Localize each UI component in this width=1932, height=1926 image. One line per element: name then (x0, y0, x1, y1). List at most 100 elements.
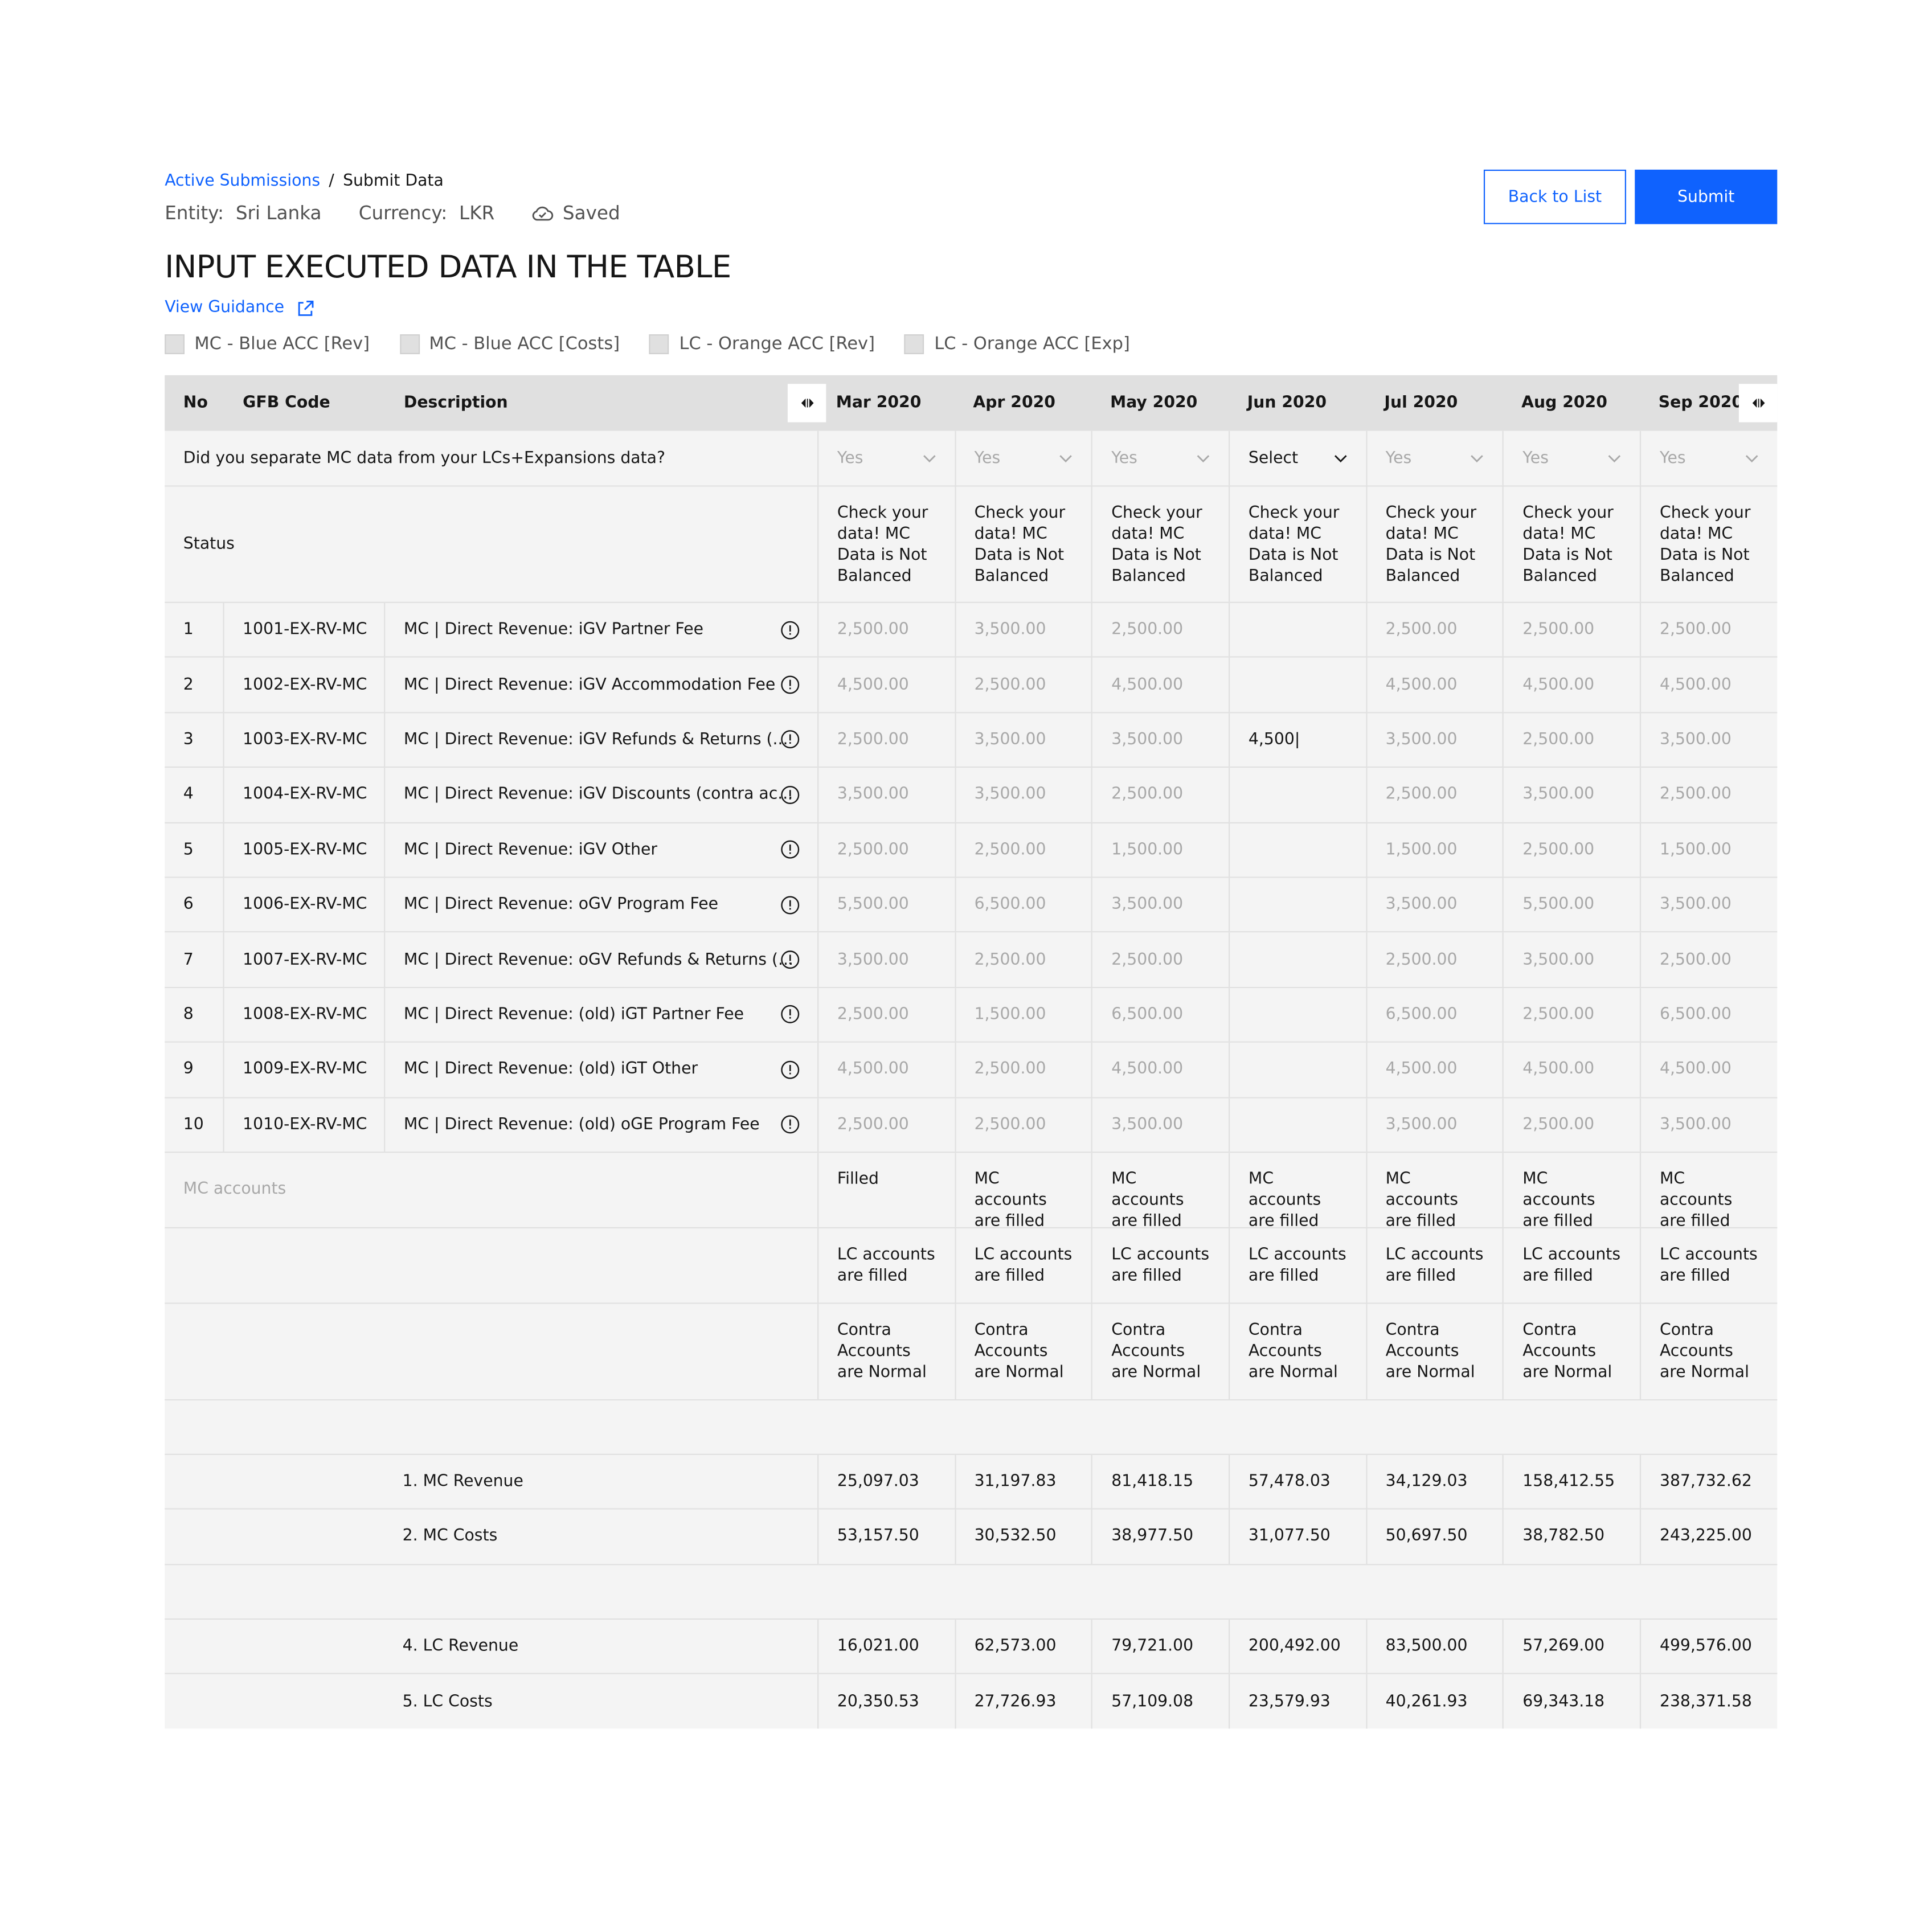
month-value-input[interactable]: 4,500.00 (817, 658, 955, 712)
month-value-input[interactable]: 3,500.00 (1640, 1097, 1777, 1151)
month-value-input[interactable] (1229, 987, 1366, 1042)
month-value-input[interactable]: 2,500.00 (1365, 933, 1503, 987)
information-icon[interactable] (780, 840, 800, 860)
chevron-down-icon (1334, 454, 1347, 462)
information-icon[interactable] (780, 895, 800, 915)
month-value-input[interactable]: 2,500.00 (1365, 603, 1503, 657)
month-value-input[interactable]: 5,500.00 (1503, 878, 1640, 932)
month-value-input[interactable]: 2,500.00 (1640, 768, 1777, 822)
month-value-input[interactable] (1229, 1097, 1366, 1151)
month-value-input[interactable]: 4,500.00 (1640, 1043, 1777, 1097)
information-icon[interactable] (780, 1005, 800, 1025)
month-value-input[interactable]: 2,500.00 (954, 823, 1092, 877)
row-description-text: MC | Direct Revenue: oGV Refunds & Retur… (403, 950, 793, 969)
month-value-input[interactable] (1229, 1043, 1366, 1097)
month-value-input[interactable]: 3,500.00 (954, 603, 1092, 657)
month-value-input[interactable]: 2,500.00 (954, 933, 1092, 987)
month-select-active[interactable]: Select (1229, 431, 1366, 486)
month-select[interactable]: Yes (954, 431, 1092, 486)
information-icon[interactable] (780, 730, 800, 750)
breadcrumb-active-submissions[interactable]: Active Submissions (165, 172, 320, 191)
month-value-input[interactable]: 3,500.00 (1091, 712, 1229, 767)
month-value-input[interactable]: 2,500.00 (1091, 768, 1229, 822)
month-value-input[interactable]: 2,500.00 (954, 1097, 1092, 1151)
total-value: 20,350.53 (817, 1674, 955, 1730)
month-value-input[interactable]: 6,500.00 (1640, 987, 1777, 1042)
information-icon[interactable] (780, 675, 800, 695)
month-value-input[interactable]: 1,500.00 (1640, 823, 1777, 877)
month-value-input[interactable] (1229, 603, 1366, 657)
month-value-input[interactable]: 2,500.00 (954, 1043, 1092, 1097)
month-value-input[interactable]: 6,500.00 (1091, 987, 1229, 1042)
month-value-input[interactable]: 3,500.00 (1640, 878, 1777, 932)
month-value-input[interactable]: 3,500.00 (1640, 712, 1777, 767)
breadcrumb: Active Submissions / Submit Data (165, 171, 444, 193)
month-value-input[interactable]: 2,500.00 (1503, 1097, 1640, 1151)
back-to-list-button[interactable]: Back to List (1483, 169, 1626, 224)
month-value-input[interactable]: 4,500.00 (1503, 658, 1640, 712)
month-value-input[interactable]: 2,500.00 (817, 823, 955, 877)
month-value-input[interactable]: 2,500.00 (1503, 823, 1640, 877)
month-value-input[interactable]: 3,500.00 (954, 768, 1092, 822)
view-guidance-link[interactable]: View Guidance (165, 297, 314, 319)
month-value-input[interactable] (1229, 768, 1366, 822)
information-icon[interactable] (780, 1114, 800, 1134)
month-value-input-active[interactable]: 4,500| (1229, 712, 1366, 767)
month-value-input[interactable]: 4,500.00 (1091, 1043, 1229, 1097)
month-value-input[interactable]: 5,500.00 (817, 878, 955, 932)
month-value-input[interactable] (1229, 878, 1366, 932)
submit-button[interactable]: Submit (1635, 169, 1778, 224)
month-select[interactable]: Yes (817, 431, 955, 486)
month-value-input[interactable]: 4,500.00 (1091, 658, 1229, 712)
month-select[interactable]: Yes (1640, 431, 1777, 486)
information-icon[interactable] (780, 1060, 800, 1080)
month-value-input[interactable]: 3,500.00 (1503, 933, 1640, 987)
month-value-input[interactable]: 3,500.00 (1091, 1097, 1229, 1151)
month-value-input[interactable]: 2,500.00 (1365, 768, 1503, 822)
month-value-input[interactable]: 2,500.00 (817, 603, 955, 657)
table-row: 1 1001-EX-RV-MC MC | Direct Revenue: iGV… (165, 603, 1778, 658)
month-value-input[interactable]: 1,500.00 (1091, 823, 1229, 877)
information-icon[interactable] (780, 785, 800, 805)
month-value-input[interactable]: 2,500.00 (1091, 603, 1229, 657)
month-value-input[interactable]: 4,500.00 (1640, 658, 1777, 712)
information-icon[interactable] (780, 950, 800, 970)
month-value-input[interactable]: 1,500.00 (954, 987, 1092, 1042)
month-value-input[interactable]: 1,500.00 (1365, 823, 1503, 877)
information-icon[interactable] (780, 620, 800, 640)
month-value-input[interactable]: 2,500.00 (817, 712, 955, 767)
month-value-input[interactable]: 3,500.00 (954, 712, 1092, 767)
breadcrumb-current: Submit Data (343, 172, 444, 191)
month-value-input[interactable]: 2,500.00 (1091, 933, 1229, 987)
month-value-input[interactable]: 3,500.00 (1503, 768, 1640, 822)
month-value-input[interactable]: 3,500.00 (1365, 1097, 1503, 1151)
month-value-input[interactable]: 6,500.00 (1365, 987, 1503, 1042)
month-value-input[interactable]: 4,500.00 (817, 1043, 955, 1097)
month-select[interactable]: Yes (1091, 431, 1229, 486)
month-value-input[interactable] (1229, 823, 1366, 877)
month-value-input[interactable]: 2,500.00 (1640, 603, 1777, 657)
month-value-input[interactable]: 6,500.00 (954, 878, 1092, 932)
total-value: 83,500.00 (1365, 1619, 1503, 1673)
month-value-input[interactable]: 2,500.00 (817, 1097, 955, 1151)
month-value-input[interactable]: 3,500.00 (1365, 712, 1503, 767)
month-value-input[interactable]: 3,500.00 (1365, 878, 1503, 932)
month-value-input[interactable]: 3,500.00 (1091, 878, 1229, 932)
month-value-input[interactable]: 3,500.00 (817, 933, 955, 987)
month-value-input[interactable]: 4,500.00 (1503, 1043, 1640, 1097)
month-value-input[interactable]: 3,500.00 (817, 768, 955, 822)
month-value-input[interactable]: 2,500.00 (1640, 933, 1777, 987)
column-resize-icon[interactable] (787, 384, 826, 423)
month-value-input[interactable]: 2,500.00 (954, 658, 1092, 712)
month-value-input[interactable]: 2,500.00 (1503, 987, 1640, 1042)
column-resize-icon[interactable] (1738, 384, 1778, 423)
month-value-input[interactable]: 4,500.00 (1365, 658, 1503, 712)
month-select[interactable]: Yes (1503, 431, 1640, 486)
month-value-input[interactable]: 2,500.00 (1503, 712, 1640, 767)
month-value-input[interactable]: 2,500.00 (1503, 603, 1640, 657)
month-value-input[interactable] (1229, 658, 1366, 712)
month-select[interactable]: Yes (1365, 431, 1503, 486)
month-value-input[interactable]: 4,500.00 (1365, 1043, 1503, 1097)
month-value-input[interactable] (1229, 933, 1366, 987)
month-value-input[interactable]: 2,500.00 (817, 987, 955, 1042)
